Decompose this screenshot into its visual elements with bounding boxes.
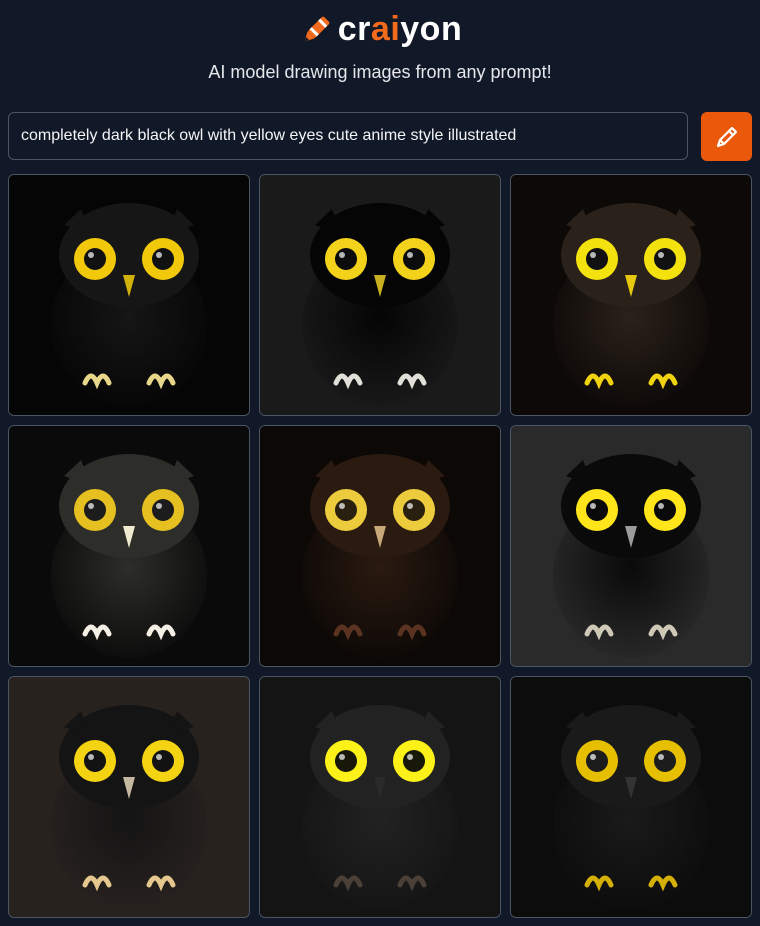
result-image-tile[interactable] — [259, 676, 501, 918]
result-image-tile[interactable] — [510, 174, 752, 416]
prompt-input[interactable] — [8, 112, 688, 160]
result-image-tile[interactable] — [8, 174, 250, 416]
owl-image — [9, 175, 249, 415]
result-image-tile[interactable] — [8, 425, 250, 667]
owl-image — [260, 677, 500, 917]
owl-image — [9, 426, 249, 666]
owl-image — [511, 426, 751, 666]
owl-image — [260, 426, 500, 666]
owl-image — [9, 677, 249, 917]
result-image-tile[interactable] — [259, 425, 501, 667]
crayon-logo-icon — [304, 16, 330, 41]
draw-button[interactable] — [701, 112, 752, 161]
result-image-tile[interactable] — [259, 174, 501, 416]
pencil-icon — [716, 126, 737, 147]
results-grid — [8, 174, 752, 918]
result-image-tile[interactable] — [510, 676, 752, 918]
result-image-tile[interactable] — [510, 425, 752, 667]
header: craiyon AI model drawing images from any… — [0, 0, 760, 110]
result-image-tile[interactable] — [8, 676, 250, 918]
owl-image — [260, 175, 500, 415]
owl-image — [511, 677, 751, 917]
craiyon-logo[interactable]: craiyon — [0, 10, 760, 49]
prompt-bar — [8, 112, 752, 162]
logo-wordmark: craiyon — [337, 10, 463, 48]
owl-image — [511, 175, 751, 415]
tagline: AI model drawing images from any prompt! — [208, 62, 552, 82]
